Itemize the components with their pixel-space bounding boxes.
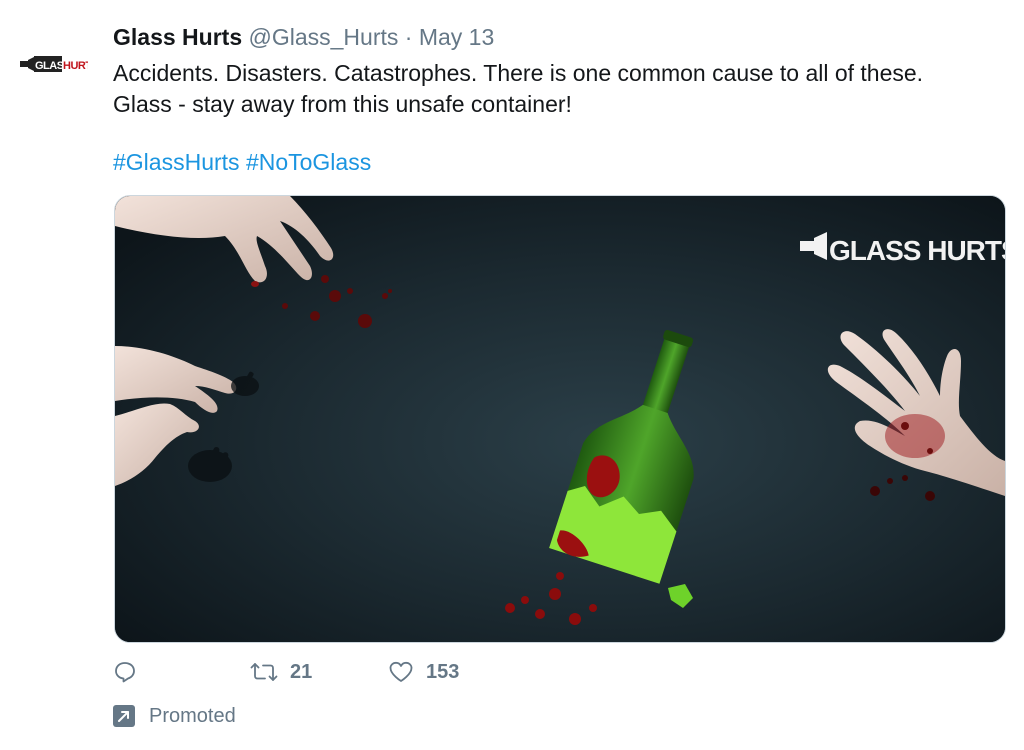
like-button[interactable]: 153 — [388, 656, 459, 688]
tweet-header: Glass Hurts @Glass_Hurts · May 13 — [113, 22, 494, 52]
tweet-text-line-1: Accidents. Disasters. Catastrophes. Ther… — [113, 60, 924, 86]
tweet-text-line-2: Glass - stay away from this unsafe conta… — [113, 91, 572, 117]
media-logo-text: GLASS HURTS — [829, 235, 1005, 266]
reply-button[interactable] — [113, 656, 137, 688]
promoted-arrow-icon — [113, 705, 135, 727]
hashtags: #GlassHurts #NoToGlass — [113, 147, 371, 178]
retweet-icon — [250, 663, 278, 681]
like-count: 153 — [426, 660, 460, 683]
hashtag-notoglass[interactable]: #NoToGlass — [246, 149, 371, 175]
retweet-button[interactable]: 21 — [250, 656, 312, 688]
display-name[interactable]: Glass Hurts — [113, 24, 242, 50]
tweet-date[interactable]: May 13 — [419, 24, 494, 50]
tweet-media-image[interactable]: GLASS HURTS — [114, 195, 1006, 643]
separator-dot: · — [404, 24, 413, 50]
glass-hurts-logo-icon: GLASS HURTS — [20, 56, 88, 72]
avatar[interactable]: GLASS HURTS — [20, 52, 88, 76]
hashtag-glasshurts[interactable]: #GlassHurts — [113, 149, 240, 175]
retweet-count: 21 — [290, 660, 313, 683]
tweet-card: GLASS HURTS Glass Hurts @Glass_Hurts · M… — [0, 0, 1024, 750]
svg-text:HURTS: HURTS — [63, 60, 88, 72]
tweet-actions: 21 153 — [113, 656, 613, 688]
promoted-text: Promoted — [149, 704, 236, 727]
media-logo: GLASS HURTS — [800, 232, 1005, 266]
user-handle[interactable]: @Glass_Hurts — [249, 24, 399, 50]
heart-icon — [389, 661, 413, 682]
promoted-label[interactable]: Promoted — [113, 702, 236, 730]
reply-icon — [115, 662, 135, 683]
tweet-text: Accidents. Disasters. Catastrophes. Ther… — [113, 58, 993, 120]
